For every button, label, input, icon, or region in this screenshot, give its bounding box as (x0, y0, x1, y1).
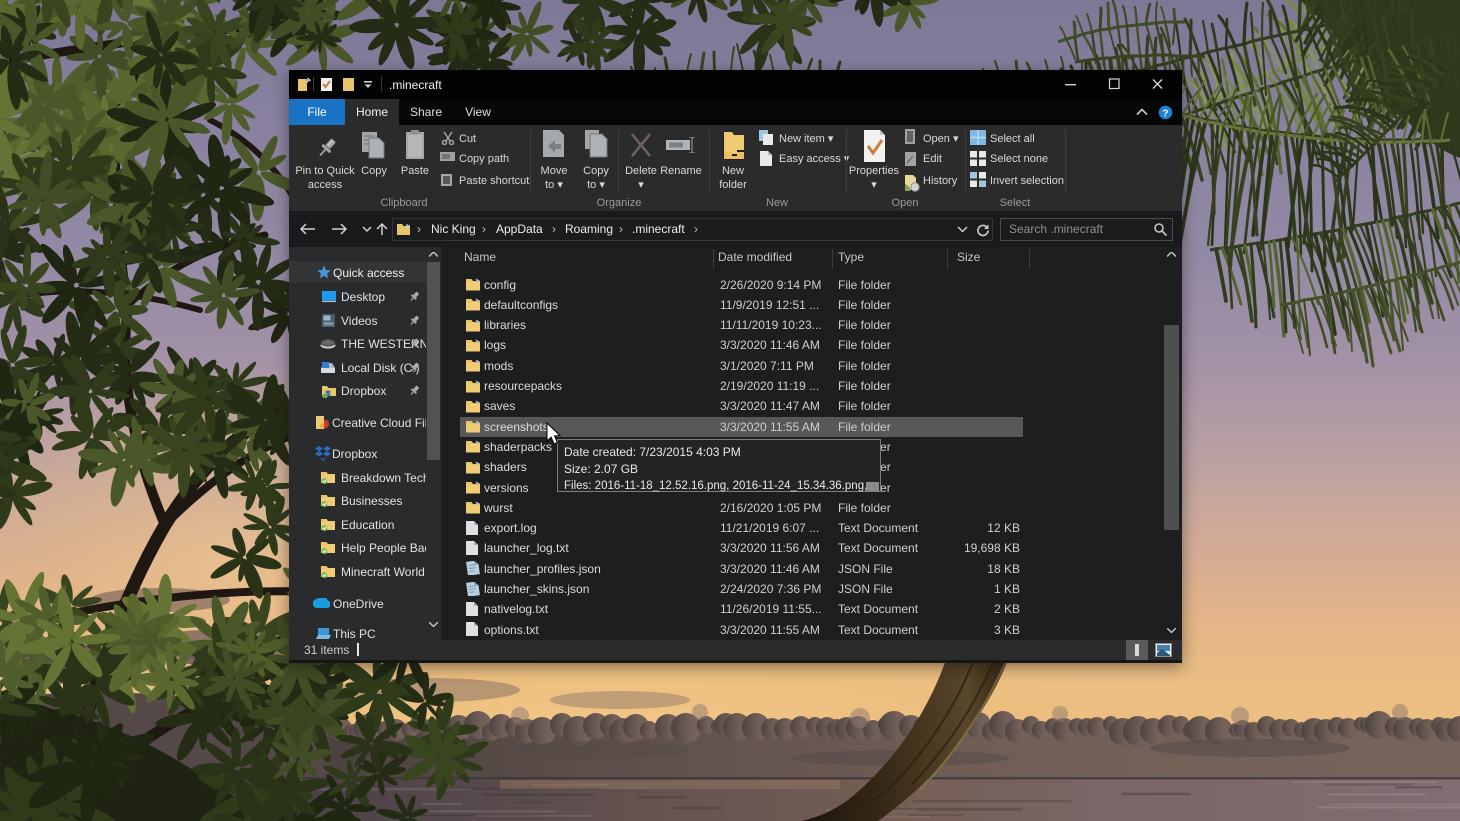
svg-text:?: ? (1162, 107, 1168, 119)
